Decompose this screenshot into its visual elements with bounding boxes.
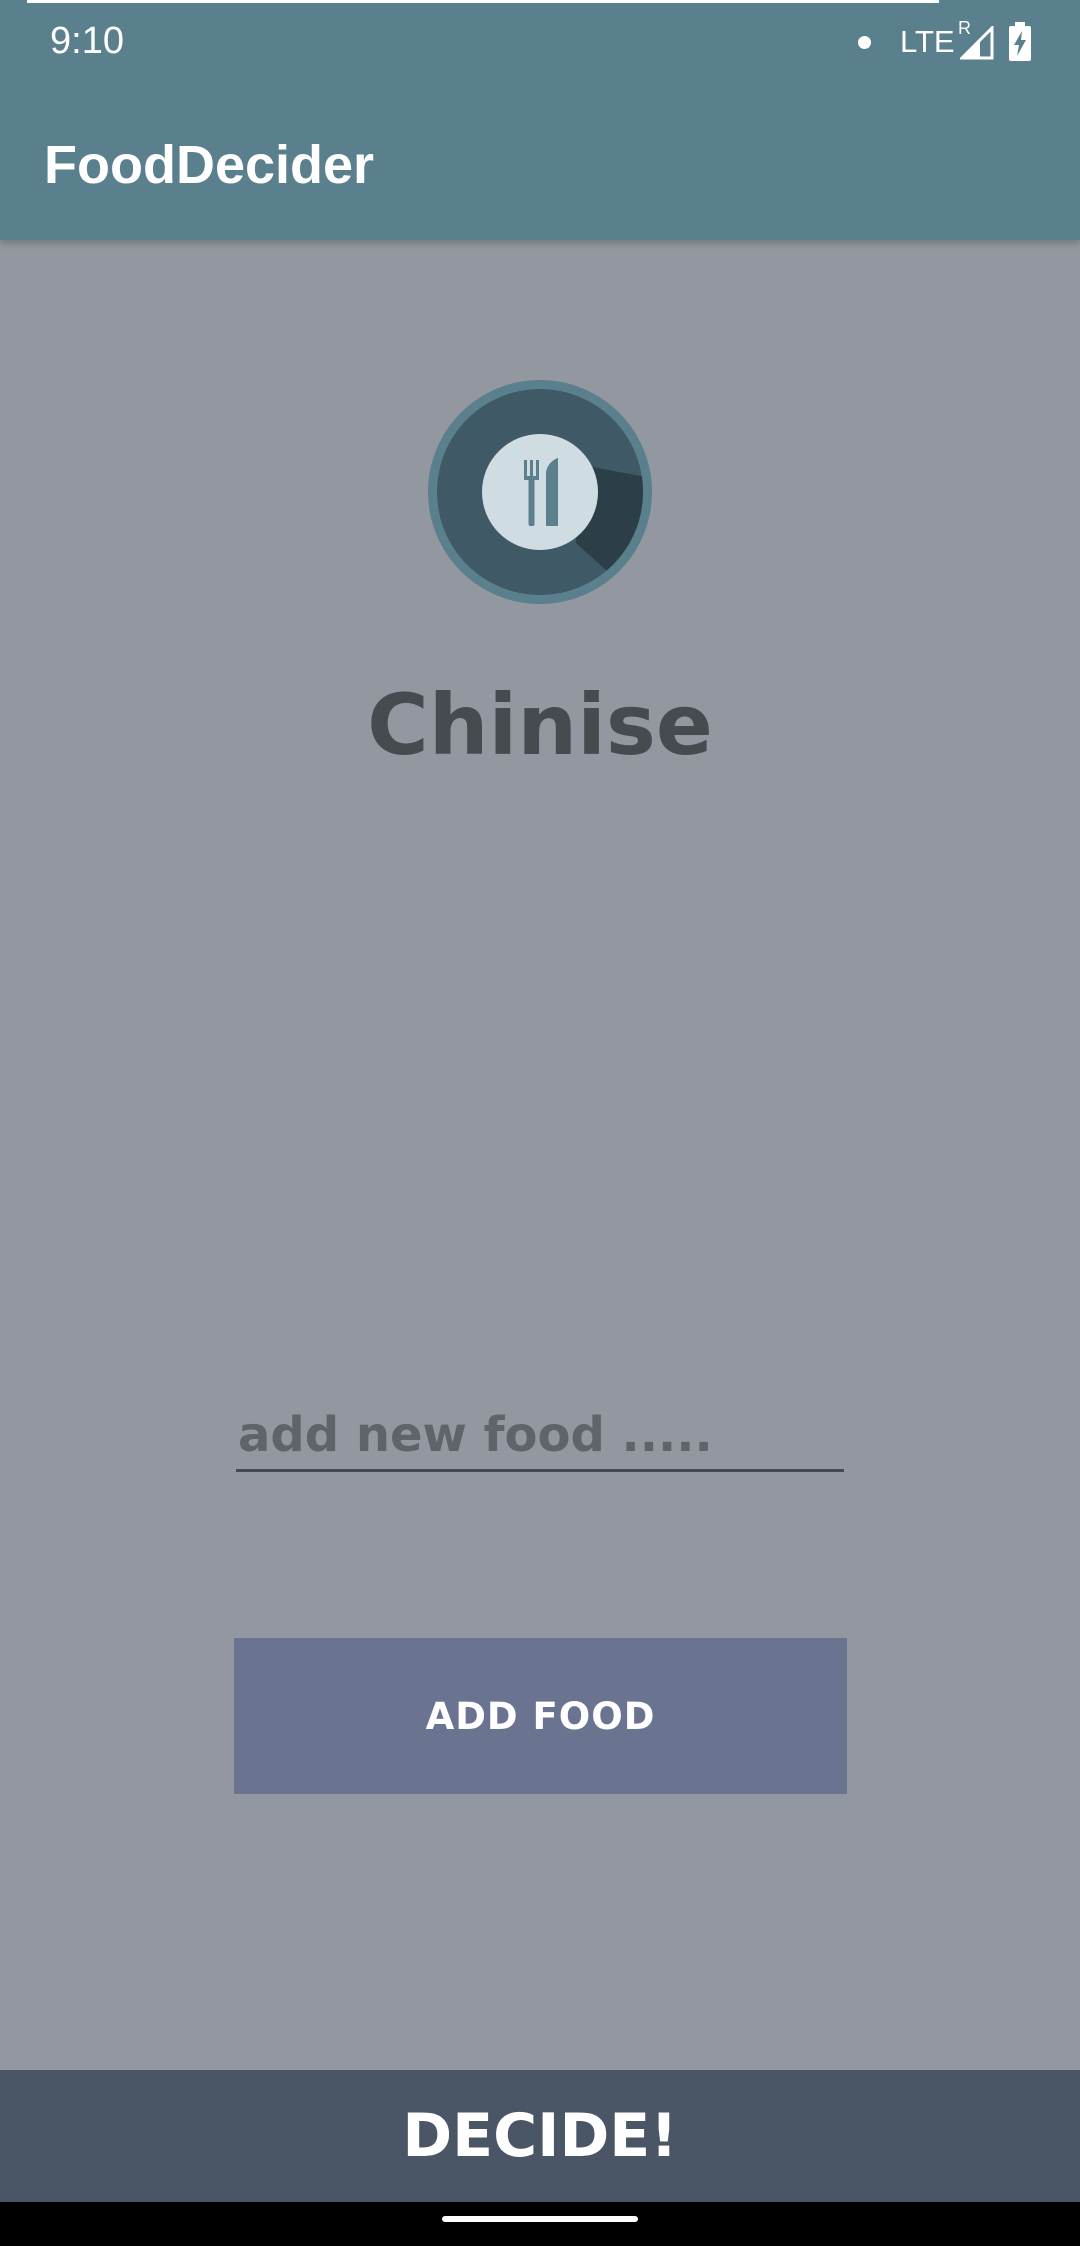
add-food-button[interactable]: ADD FOOD xyxy=(234,1638,847,1794)
navigation-bar xyxy=(0,2202,1080,2246)
network-type-label: LTE xyxy=(900,24,955,59)
fork-knife-icon xyxy=(428,380,652,604)
app-bar: FoodDecider xyxy=(0,84,1080,240)
add-food-input[interactable] xyxy=(236,1400,844,1472)
app-title: FoodDecider xyxy=(44,135,375,195)
status-time: 9:10 xyxy=(50,20,124,62)
signal-icon xyxy=(960,26,994,60)
notification-dot-icon xyxy=(858,36,871,49)
status-bar-top-line xyxy=(27,0,939,3)
decided-food-result: Chinise xyxy=(367,676,713,774)
home-handle[interactable] xyxy=(442,2216,638,2222)
status-bar: 9:10 LTE R xyxy=(0,0,1080,84)
battery-charging-icon xyxy=(1009,22,1031,61)
decide-button[interactable]: DECIDE! xyxy=(0,2070,1080,2202)
